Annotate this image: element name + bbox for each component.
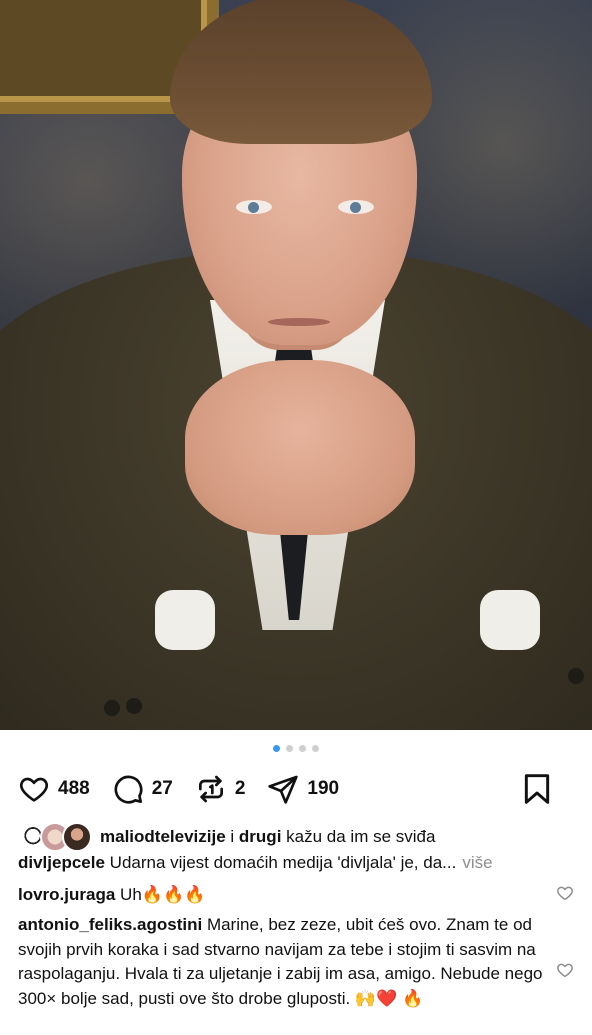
repost-count[interactable]: 2 — [235, 778, 246, 800]
save-button[interactable] — [522, 773, 552, 805]
jacket-button — [104, 700, 120, 716]
mouth — [268, 318, 330, 326]
right-cuff — [480, 590, 540, 650]
share-button[interactable]: 190 — [267, 773, 339, 805]
heart-icon — [20, 777, 48, 802]
repost-icon — [198, 775, 223, 803]
clasped-hands — [185, 360, 415, 535]
heart-icon[interactable] — [556, 961, 574, 979]
carousel-dot — [286, 745, 293, 752]
comment-text: Uh🔥🔥🔥 — [120, 885, 206, 904]
comment-username[interactable]: lovro.juraga — [18, 885, 115, 904]
like-count[interactable]: 488 — [58, 778, 90, 800]
carousel-dot-active — [273, 745, 280, 752]
liker-username[interactable]: maliodtelevizije — [100, 827, 226, 846]
left-cuff — [155, 590, 215, 650]
more-link[interactable]: više — [462, 852, 492, 874]
repost-button[interactable]: 2 — [195, 773, 246, 805]
liked-by-others[interactable]: drugi — [239, 827, 282, 846]
avatar — [62, 822, 92, 852]
post-photo[interactable] — [0, 0, 592, 730]
comment-item: lovro.juraga Uh🔥🔥🔥 — [18, 884, 574, 906]
liked-by-connector: i — [230, 827, 235, 846]
carousel-indicator — [0, 745, 592, 752]
liked-by-row[interactable]: maliodtelevizije i drugi kažu da im se s… — [18, 822, 574, 852]
jacket-button — [126, 698, 142, 714]
carousel-dot — [299, 745, 306, 752]
action-bar: 488 27 2 190 — [18, 768, 574, 810]
send-icon — [268, 775, 299, 804]
share-count[interactable]: 190 — [307, 778, 339, 800]
post-caption: divljepcele Udarna vijest domaćih medija… — [18, 852, 574, 874]
comment-icon — [114, 775, 143, 804]
comment-username[interactable]: antonio_feliks.agostini — [18, 915, 202, 934]
comment-button[interactable]: 27 — [112, 773, 173, 805]
jacket-button — [568, 668, 584, 684]
carousel-dot — [312, 745, 319, 752]
like-button[interactable]: 488 — [18, 773, 90, 805]
right-eye — [338, 200, 374, 214]
caption-text: Udarna vijest domaćih medija 'divljala' … — [109, 853, 457, 872]
left-eye — [236, 200, 272, 214]
caption-username[interactable]: divljepcele — [18, 853, 105, 872]
comment-item: antonio_feliks.agostini Marine, bez zeze… — [18, 913, 574, 1011]
liked-by-suffix: kažu da im se sviđa — [286, 827, 436, 846]
comment-count[interactable]: 27 — [152, 778, 173, 800]
bookmark-icon — [524, 774, 550, 804]
liker-avatars — [18, 822, 92, 852]
heart-icon[interactable] — [556, 884, 574, 902]
